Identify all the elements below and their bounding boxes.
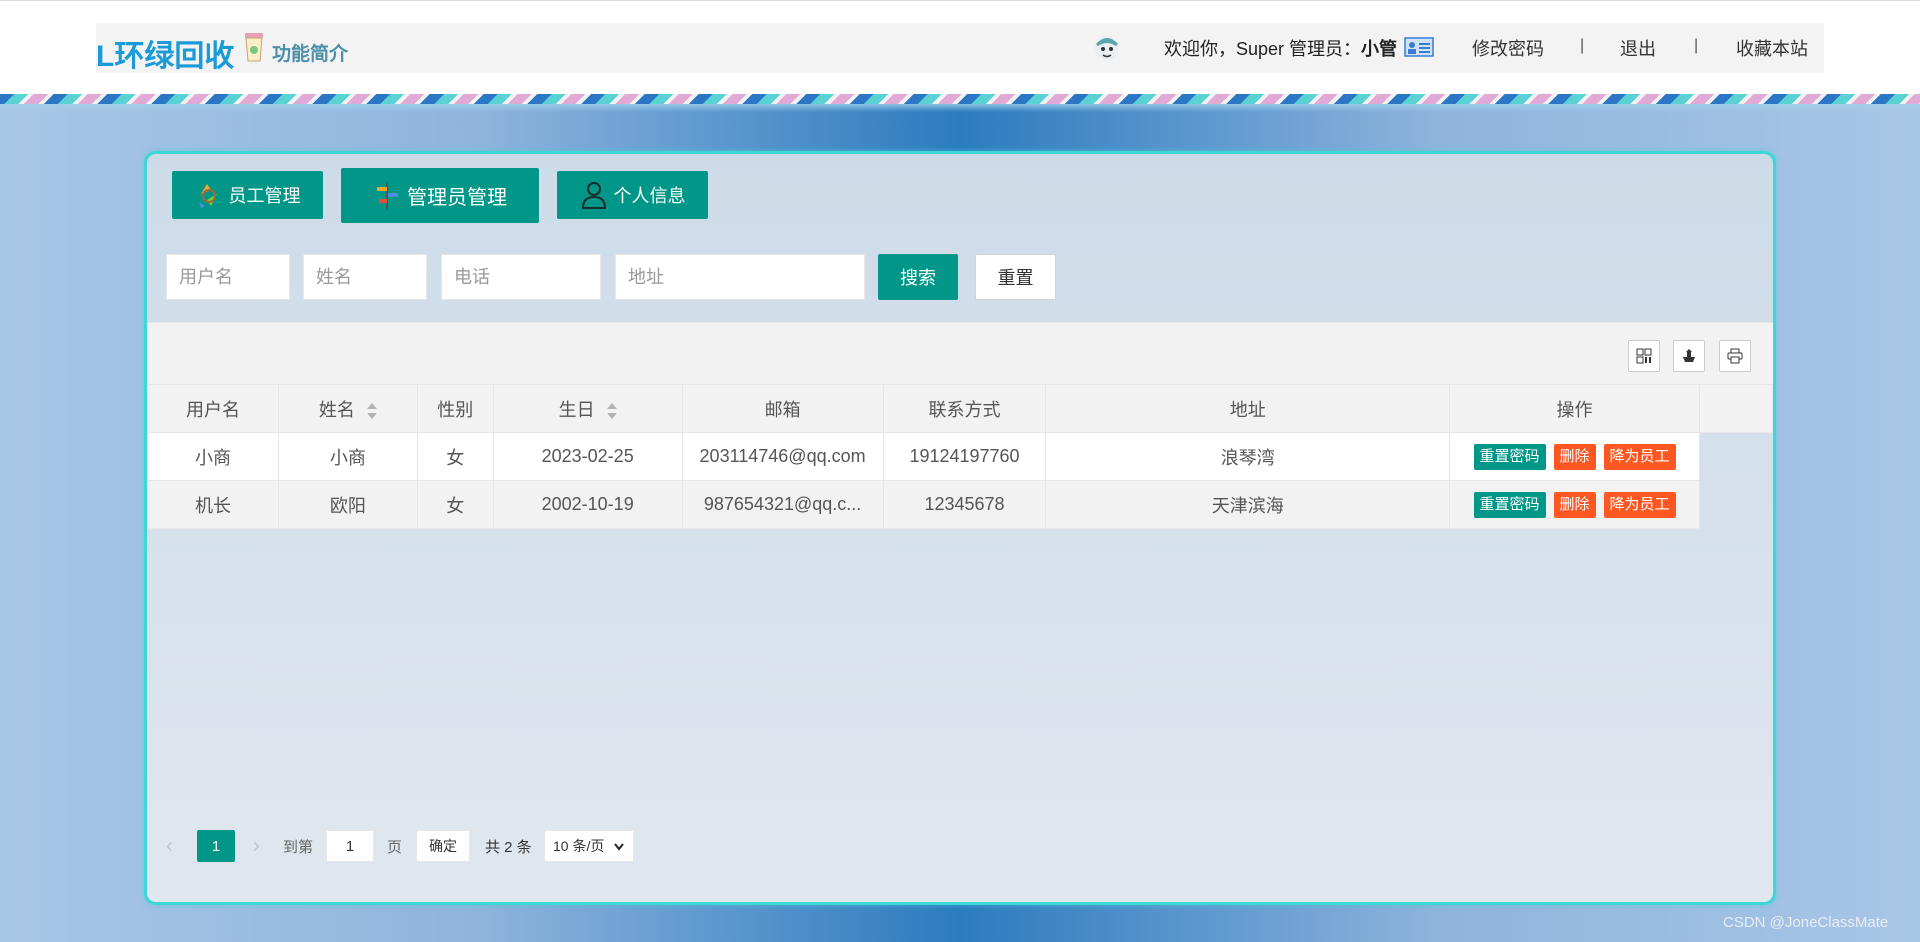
cell-gender: 女	[416, 480, 494, 529]
watermark: CSDN @JoneClassMate	[1723, 914, 1889, 931]
table-header-row: 用户名 姓名 性别 生日 邮箱 联系方式 地址 操作	[147, 384, 1773, 433]
next-page-button[interactable]: ›	[253, 830, 260, 862]
header-label: 姓名	[318, 399, 355, 420]
cell-username: 机长	[147, 480, 279, 529]
goto-confirm-button[interactable]: 确定	[416, 830, 470, 862]
reset-password-button[interactable]: 重置密码	[1473, 443, 1546, 470]
tab-label: 员工管理	[228, 186, 301, 206]
search-button[interactable]: 搜索	[878, 254, 958, 300]
column-header[interactable]: 邮箱	[681, 384, 884, 433]
table-spacer	[1700, 481, 1773, 529]
header-label: 生日	[558, 399, 595, 420]
user-name: 小管	[1361, 39, 1398, 59]
total-count: 共 2 条	[485, 838, 532, 856]
column-header[interactable]: 生日	[492, 384, 683, 433]
recycle-icon	[198, 184, 217, 208]
main-panel: 员工管理 管理员管理 个人信息 搜索 重置	[144, 151, 1776, 905]
column-header: 操作	[1449, 384, 1701, 433]
current-page[interactable]: 1	[197, 830, 235, 862]
goto-page-input[interactable]: 1	[326, 830, 374, 862]
table-row: 机长 欧阳 女 2002-10-19 987654321@qq.c... 123…	[147, 480, 1773, 529]
welcome-text: 欢迎你，Super 管理员：小管	[1164, 35, 1397, 61]
reset-password-button[interactable]: 重置密码	[1473, 491, 1546, 518]
tab-label: 个人信息	[613, 186, 686, 206]
table-spacer	[1699, 384, 1773, 433]
cell-name: 欧阳	[277, 480, 418, 529]
print-icon[interactable]	[1719, 340, 1751, 372]
chevron-down-icon	[613, 838, 625, 857]
avatar[interactable]	[1092, 32, 1122, 62]
intro-link[interactable]: 功能简介	[272, 39, 348, 66]
cell-actions: 重置密码 删除 降为员工	[1449, 432, 1701, 481]
stripe-shadow	[0, 104, 1920, 112]
column-header[interactable]: 地址	[1045, 384, 1451, 433]
delete-button[interactable]: 删除	[1553, 491, 1596, 518]
id-card-icon[interactable]	[1404, 37, 1434, 57]
export-icon[interactable]	[1673, 340, 1705, 372]
page-size-value: 10 条/页	[553, 838, 605, 854]
prev-page-button[interactable]: ‹	[166, 830, 173, 862]
site-logo[interactable]: L环绿回收	[96, 31, 234, 75]
tab-personal-info[interactable]: 个人信息	[557, 171, 708, 219]
top-header: L环绿回收 功能简介 欢迎你，Super 管理员：小管 修改密码 | 退出 | …	[0, 0, 1920, 94]
cell-phone: 19124197760	[882, 432, 1047, 481]
cell-email: 203114746@qq.com	[681, 432, 884, 481]
cell-address: 浪琴湾	[1045, 432, 1451, 481]
welcome-prefix: 欢迎你，Super 管理员：	[1164, 39, 1362, 59]
column-header[interactable]: 联系方式	[882, 384, 1047, 433]
demote-button[interactable]: 降为员工	[1603, 491, 1676, 518]
tab-admin-management[interactable]: 管理员管理	[341, 168, 539, 223]
bookmark-link[interactable]: 收藏本站	[1736, 35, 1808, 61]
goto-label: 到第	[283, 838, 314, 856]
column-header[interactable]: 性别	[416, 384, 494, 433]
cell-username: 小商	[147, 432, 279, 481]
logout-link[interactable]: 退出	[1620, 35, 1656, 61]
table-row: 小商 小商 女 2023-02-25 203114746@qq.com 1912…	[147, 432, 1773, 481]
signpost-icon	[377, 182, 398, 209]
cell-actions: 重置密码 删除 降为员工	[1449, 480, 1701, 529]
tab-employee-management[interactable]: 员工管理	[172, 171, 323, 219]
tab-label: 管理员管理	[407, 187, 507, 209]
table-spacer	[1700, 433, 1773, 481]
admin-table: 用户名 姓名 性别 生日 邮箱 联系方式 地址 操作 小商 小商 女 2023-…	[147, 384, 1773, 529]
demote-button[interactable]: 降为员工	[1603, 443, 1676, 470]
header-bar: L环绿回收 功能简介 欢迎你，Super 管理员：小管 修改密码 | 退出 | …	[96, 23, 1824, 73]
cell-address: 天津滨海	[1045, 480, 1451, 529]
address-input[interactable]	[615, 254, 865, 300]
header-separator: |	[1580, 37, 1585, 54]
header-separator: |	[1694, 37, 1699, 54]
decorative-stripe	[0, 94, 1920, 104]
cell-birthday: 2023-02-25	[492, 432, 683, 481]
page-unit-label: 页	[387, 838, 403, 856]
name-input[interactable]	[303, 254, 427, 300]
reset-button[interactable]: 重置	[975, 254, 1056, 300]
column-header[interactable]: 姓名	[277, 384, 418, 433]
columns-icon[interactable]	[1628, 340, 1660, 372]
column-header[interactable]: 用户名	[147, 384, 279, 433]
cell-gender: 女	[416, 432, 494, 481]
phone-input[interactable]	[441, 254, 601, 300]
cell-birthday: 2002-10-19	[492, 480, 683, 529]
cell-phone: 12345678	[882, 480, 1047, 529]
table-toolbar	[147, 322, 1773, 384]
sort-icon[interactable]	[366, 402, 377, 419]
username-input[interactable]	[166, 254, 290, 300]
pagination: ‹ 1 › 到第 1 页 确定 共 2 条 10 条/页	[147, 830, 1447, 864]
cell-name: 小商	[277, 432, 418, 481]
delete-button[interactable]: 删除	[1553, 443, 1596, 470]
change-password-link[interactable]: 修改密码	[1472, 35, 1544, 61]
cell-email: 987654321@qq.c...	[681, 480, 884, 529]
cup-icon	[245, 33, 263, 62]
page-size-select[interactable]: 10 条/页	[544, 830, 634, 862]
person-icon	[581, 182, 606, 209]
sort-icon[interactable]	[606, 402, 617, 419]
